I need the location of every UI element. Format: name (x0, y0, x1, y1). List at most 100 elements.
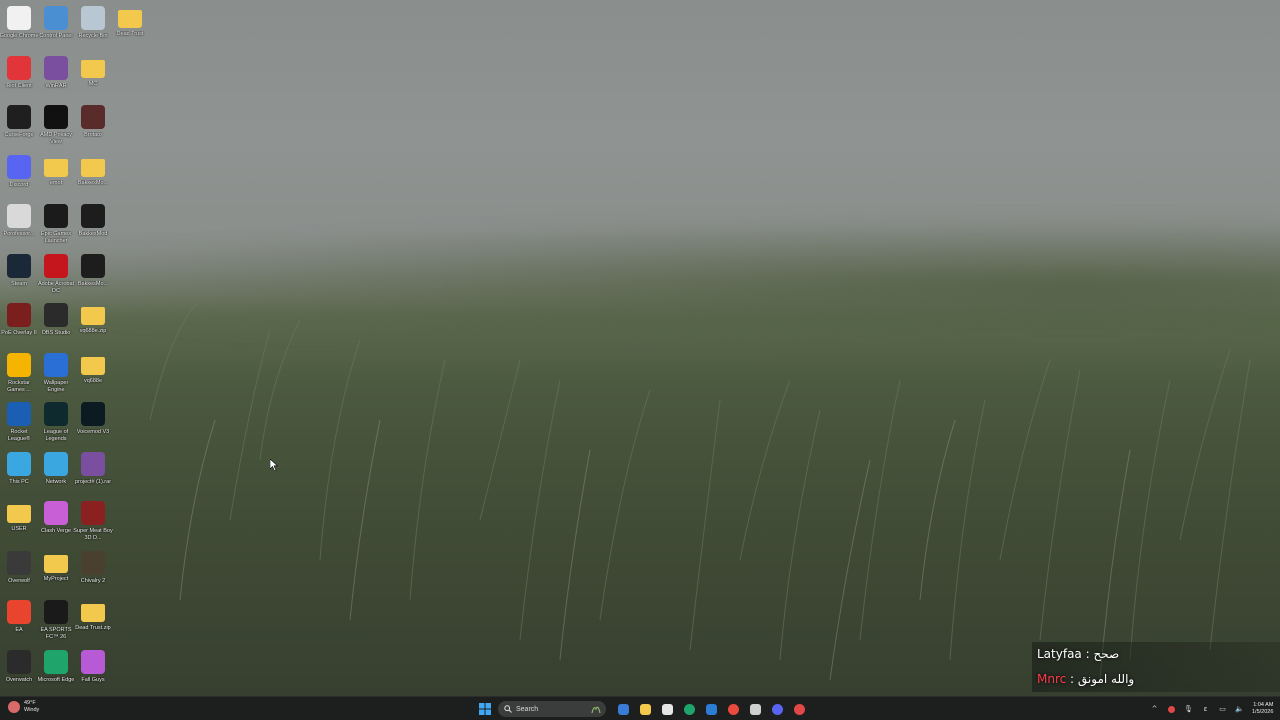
desktop-shortcut[interactable]: CurseForge (0, 103, 38, 151)
chrome-icon (727, 703, 739, 715)
desktop-shortcut-label: WinRAR (45, 82, 67, 89)
desktop-shortcut[interactable]: PoE Overlay II (0, 301, 38, 349)
desktop-shortcut[interactable]: Brotato (74, 103, 112, 151)
desktop-shortcut[interactable]: Network (37, 450, 75, 498)
weather-widget[interactable]: 49°F Windy (8, 700, 39, 714)
curseforge-icon (7, 105, 31, 129)
speaker-icon[interactable]: 🔈 (1235, 705, 1244, 714)
desktop-shortcut[interactable]: OBS Studio (37, 301, 75, 349)
desktop-shortcut-label: Overwolf (8, 577, 30, 584)
chat-text: صحح (1093, 647, 1120, 661)
desktop-shortcut-label: Chivalry 2 (80, 577, 106, 584)
search-placeholder: Search (516, 705, 539, 713)
outlook-icon (705, 703, 717, 715)
desktop-shortcut[interactable]: Riot Client (0, 54, 38, 102)
taskbar-app[interactable] (746, 700, 764, 718)
desktop-shortcut[interactable]: MC (74, 54, 112, 102)
desktop-shortcut[interactable]: Fall Guys (74, 648, 112, 696)
desktop-shortcut[interactable]: BakkesMo... (74, 252, 112, 300)
language-icon[interactable]: ε (1201, 705, 1210, 714)
taskbar-app[interactable] (614, 700, 632, 718)
weather-condition: Windy (24, 707, 40, 713)
desktop-shortcut[interactable]: Control Panel (37, 4, 75, 52)
desktop-shortcut[interactable]: Wallpaper Engine (37, 351, 75, 399)
desktop-wallpaper (0, 0, 1280, 696)
weather-icon (8, 701, 20, 713)
desktop-shortcut[interactable]: emot (37, 153, 75, 201)
taskbar-app[interactable] (724, 700, 742, 718)
desktop-shortcut[interactable]: This PC (0, 450, 38, 498)
desktop-shortcut[interactable]: vq688e (74, 351, 112, 399)
desktop-shortcut[interactable]: BakkesMod (74, 202, 112, 250)
desktop-shortcut[interactable]: Microsoft Edge (37, 648, 75, 696)
desktop-shortcut-label: Wallpaper Engine (43, 379, 69, 393)
steam-icon (7, 253, 31, 278)
desktop-shortcut[interactable]: EA (0, 598, 38, 646)
desktop-shortcut-label: EA (15, 627, 23, 633)
desktop-shortcut-label: vq688e.zip (79, 328, 107, 334)
desktop-shortcut[interactable]: Super Meat Boy 3D D... (73, 499, 113, 547)
desktop-shortcut[interactable]: EA SPORTS FC™ 26 (37, 598, 75, 646)
start-button[interactable] (476, 700, 494, 718)
microphone-icon[interactable]: 🎙 (1184, 705, 1193, 714)
taskbar-app[interactable] (658, 700, 676, 718)
desktop-shortcut[interactable]: Rocket League® (0, 400, 38, 448)
taskbar-app[interactable] (636, 700, 654, 718)
winrar-icon (44, 55, 68, 80)
desktop-shortcut[interactable]: Porofessor... (0, 202, 38, 250)
overwatch-icon (7, 649, 31, 674)
desktop-shortcut[interactable]: USER (0, 499, 38, 547)
desktop-shortcut[interactable]: League of Legends (37, 400, 75, 448)
desktop-shortcut[interactable]: Dead Trust (111, 4, 149, 52)
mouse-cursor-icon (270, 459, 278, 471)
desktop-shortcut-label: Brotato (84, 132, 102, 138)
desktop-shortcut[interactable]: Clash Verge (37, 499, 75, 547)
desktop-shortcut-label: Dead Trust (116, 31, 144, 37)
desktop-shortcut[interactable]: MyProject (37, 549, 75, 597)
desktop-shortcut[interactable]: Chivalry 2 (74, 549, 112, 597)
wallpaper-grass (149, 299, 1251, 681)
desktop-shortcut-label: Rockstar Games ... (7, 379, 31, 393)
rocket-league-icon (7, 402, 31, 426)
folder-icon (44, 158, 68, 177)
desktop-shortcut-label: Clash Verge (41, 528, 71, 534)
desktop-shortcut-label: Discord (9, 181, 29, 188)
desktop-shortcut[interactable]: BakkesMo... (74, 153, 112, 201)
display-icon[interactable]: ▭ (1218, 705, 1227, 714)
tray-app-icon[interactable] (1167, 705, 1176, 714)
folder-icon (81, 158, 105, 177)
taskbar-center: Search (476, 700, 810, 718)
desktop-shortcut[interactable]: project# (1).rar (74, 450, 112, 498)
chevron-up-icon[interactable]: ^ (1150, 705, 1159, 714)
ea-fc-icon (44, 600, 68, 624)
edge-icon (44, 649, 68, 674)
edge-icon (683, 703, 695, 715)
desktop-shortcut[interactable]: Overwolf (0, 549, 38, 597)
chat-overlay: Latyfaa : صحح Mnrc : والله امونق (1032, 642, 1280, 692)
taskbar-app[interactable] (790, 700, 808, 718)
desktop-shortcut[interactable]: Google Chrome (0, 4, 38, 52)
desktop-shortcut[interactable]: Overwatch (0, 648, 38, 696)
desktop-shortcut[interactable]: Steam (0, 252, 38, 300)
desktop-shortcut[interactable]: Rockstar Games ... (0, 351, 38, 399)
monitor-icon (7, 451, 31, 476)
taskbar-clock[interactable]: 1:04 AM 1/5/2026 (1252, 702, 1273, 716)
taskbar-app[interactable] (768, 700, 786, 718)
desktop-shortcut-label: Fall Guys (81, 676, 105, 683)
brotato-icon (81, 105, 105, 129)
desktop-shortcut[interactable]: Voicemod V3 (74, 400, 112, 448)
desktop-shortcut[interactable]: Recycle Bin (74, 4, 112, 52)
desktop-shortcut[interactable]: Epic Games Launcher (37, 202, 75, 250)
desktop-shortcut[interactable]: vq688e.zip (74, 301, 112, 349)
taskbar-search[interactable]: Search (498, 701, 606, 717)
taskbar-app[interactable] (702, 700, 720, 718)
desktop-shortcut[interactable]: Dead Trust.zip (74, 598, 112, 646)
desktop-shortcut[interactable]: WinRAR (37, 54, 75, 102)
desktop-shortcut[interactable]: Discord (0, 153, 38, 201)
wallpaper-engine-icon (44, 352, 68, 377)
desktop-shortcut[interactable]: Adobe Acrobat DC (37, 252, 75, 300)
chat-username: Mnrc (1037, 672, 1067, 686)
taskbar-app[interactable] (680, 700, 698, 718)
desktop-shortcut[interactable]: AMD Privacy View (37, 103, 75, 151)
riot-icon (7, 55, 31, 80)
